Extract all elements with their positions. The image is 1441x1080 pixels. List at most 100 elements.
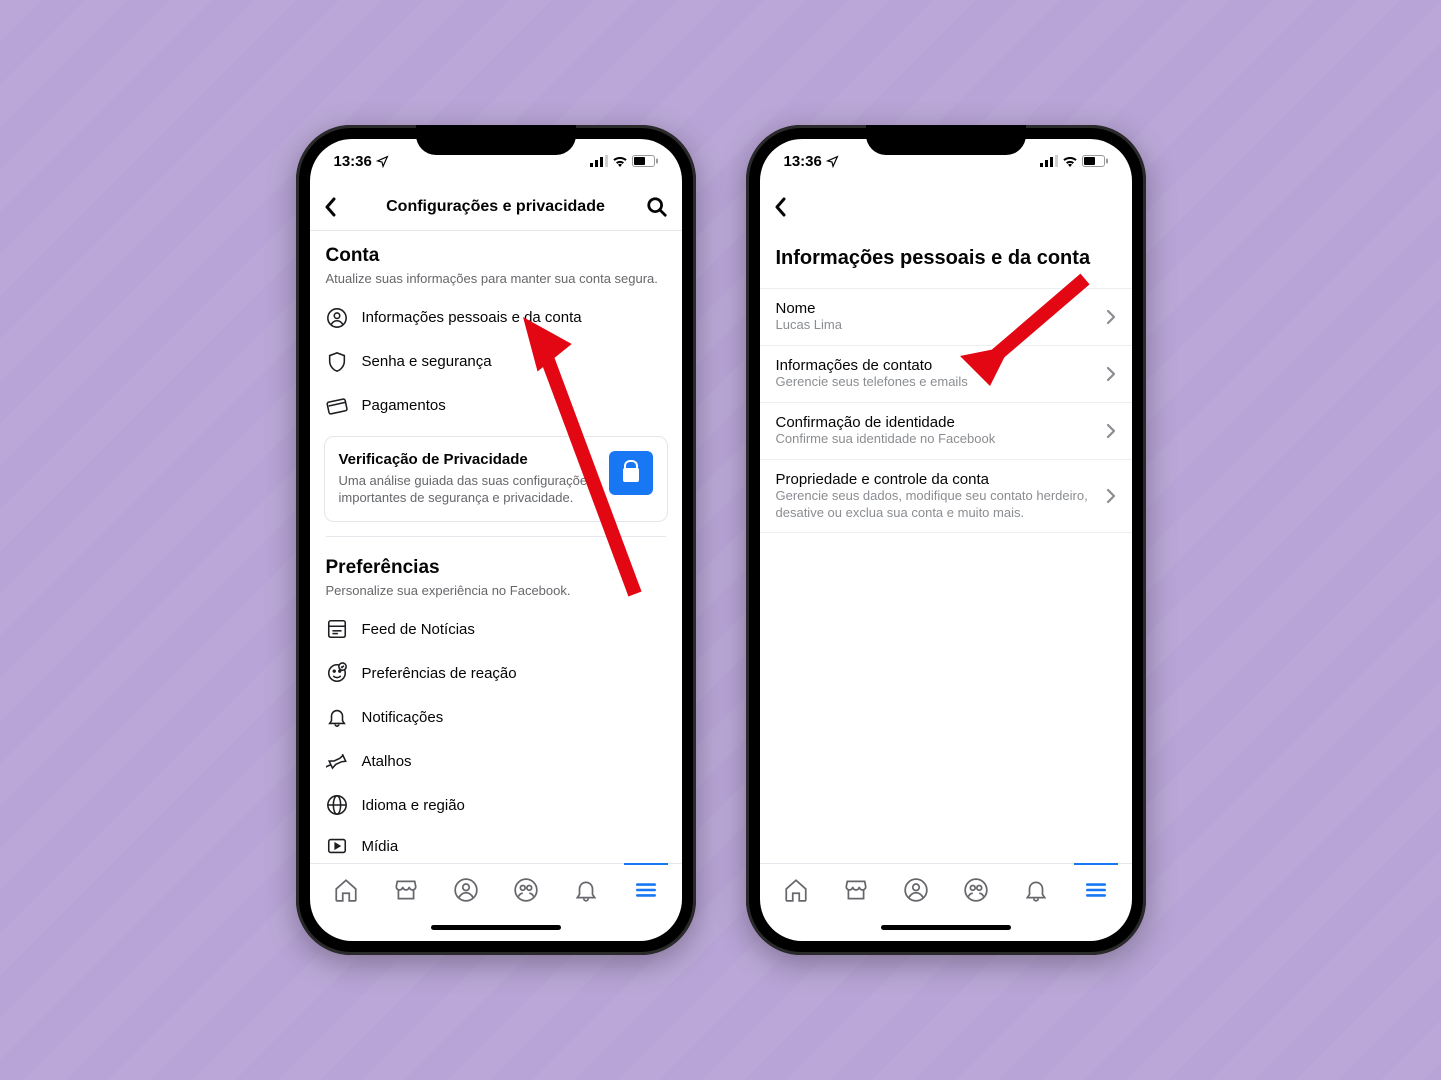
status-time-group: 13:36 <box>784 153 839 170</box>
menu-feed[interactable]: Feed de Notícias <box>310 607 682 651</box>
menu-payments[interactable]: Pagamentos <box>310 384 682 428</box>
menu-notifications-label: Notificações <box>362 709 444 726</box>
menu-payments-label: Pagamentos <box>362 397 446 414</box>
feed-icon <box>326 618 348 640</box>
status-indicators <box>1040 155 1108 167</box>
tab-marketplace[interactable] <box>826 864 886 915</box>
tab-menu[interactable] <box>1066 864 1126 915</box>
bottom-tab-bar <box>310 863 682 915</box>
status-time-group: 13:36 <box>334 153 389 170</box>
battery-icon <box>1082 155 1108 167</box>
menu-media-label: Mídia <box>362 838 399 855</box>
globe-icon <box>326 794 348 816</box>
back-button[interactable] <box>774 197 802 217</box>
tab-notifications[interactable] <box>1006 864 1066 915</box>
row-name[interactable]: Nome Lucas Lima <box>760 288 1132 345</box>
section-pref-sub: Personalize sua experiência no Facebook. <box>326 582 666 600</box>
nav-header: Configurações e privacidade <box>310 183 682 231</box>
tab-menu[interactable] <box>616 864 676 915</box>
nav-header <box>760 183 1132 231</box>
row-ownership-sub: Gerencie seus dados, modifique seu conta… <box>776 488 1096 522</box>
row-identity[interactable]: Confirmação de identidade Confirme sua i… <box>760 402 1132 459</box>
back-button[interactable] <box>324 197 352 217</box>
row-contact-label: Informações de contato <box>776 357 1096 374</box>
cellular-icon <box>590 155 608 167</box>
menu-security-label: Senha e segurança <box>362 353 492 370</box>
phone-notch <box>866 125 1026 155</box>
chevron-left-icon <box>324 197 338 217</box>
menu-personal-info-label: Informações pessoais e da conta <box>362 309 582 326</box>
search-button[interactable] <box>640 196 668 218</box>
groups-icon <box>963 877 989 903</box>
privacy-card-title: Verificação de Privacidade <box>339 451 597 468</box>
tab-profile[interactable] <box>886 864 946 915</box>
section-pref-header: Preferências Personalize sua experiência… <box>310 543 682 608</box>
search-icon <box>646 196 668 218</box>
battery-icon <box>632 155 658 167</box>
menu-shortcuts-label: Atalhos <box>362 753 412 770</box>
section-conta-header: Conta Atualize suas informações para man… <box>310 231 682 296</box>
account-info-content: Informações pessoais e da conta Nome Luc… <box>760 231 1132 863</box>
menu-personal-info[interactable]: Informações pessoais e da conta <box>310 296 682 340</box>
row-name-sub: Lucas Lima <box>776 317 1096 334</box>
menu-notifications[interactable]: Notificações <box>310 695 682 739</box>
bell-outline-icon <box>1023 877 1049 903</box>
menu-reactions-label: Preferências de reação <box>362 665 517 682</box>
chevron-right-icon <box>1106 488 1116 504</box>
tab-groups[interactable] <box>496 864 556 915</box>
status-time: 13:36 <box>784 153 822 170</box>
tab-profile[interactable] <box>436 864 496 915</box>
location-icon <box>826 155 839 168</box>
privacy-card-text: Verificação de Privacidade Uma análise g… <box>339 451 597 507</box>
shield-icon <box>326 351 348 373</box>
phone-screen-right: 13:36 Informações pessoais e da conta No… <box>760 139 1132 941</box>
wifi-icon <box>612 155 628 167</box>
menu-shortcuts[interactable]: Atalhos <box>310 739 682 783</box>
home-indicator[interactable] <box>760 915 1132 941</box>
row-identity-label: Confirmação de identidade <box>776 414 1096 431</box>
nav-title: Configurações e privacidade <box>362 198 630 216</box>
menu-reactions[interactable]: Preferências de reação <box>310 651 682 695</box>
groups-icon <box>513 877 539 903</box>
chevron-right-icon <box>1106 423 1116 439</box>
phone-left: 13:36 Configurações e privacidade Conta <box>296 125 696 955</box>
bell-icon <box>326 706 348 728</box>
phone-right: 13:36 Informações pessoais e da conta No… <box>746 125 1146 955</box>
row-ownership[interactable]: Propriedade e controle da conta Gerencie… <box>760 459 1132 534</box>
home-icon <box>783 877 809 903</box>
phone-notch <box>416 125 576 155</box>
user-circle-icon <box>326 307 348 329</box>
tab-home[interactable] <box>766 864 826 915</box>
section-conta-title: Conta <box>326 245 666 267</box>
chevron-right-icon <box>1106 366 1116 382</box>
privacy-check-card[interactable]: Verificação de Privacidade Uma análise g… <box>324 436 668 522</box>
tab-home[interactable] <box>316 864 376 915</box>
hamburger-icon <box>633 877 659 903</box>
home-icon <box>333 877 359 903</box>
phone-screen-left: 13:36 Configurações e privacidade Conta <box>310 139 682 941</box>
home-indicator[interactable] <box>310 915 682 941</box>
status-indicators <box>590 155 658 167</box>
marketplace-icon <box>393 877 419 903</box>
menu-media[interactable]: Mídia <box>310 827 682 857</box>
card-icon <box>326 395 348 417</box>
row-contact-sub: Gerencie seus telefones e emails <box>776 374 1096 391</box>
bottom-tab-bar <box>760 863 1132 915</box>
status-time: 13:36 <box>334 153 372 170</box>
row-contact-info[interactable]: Informações de contato Gerencie seus tel… <box>760 345 1132 402</box>
page-title: Informações pessoais e da conta <box>760 231 1132 288</box>
menu-language[interactable]: Idioma e região <box>310 783 682 827</box>
lock-icon <box>609 451 653 495</box>
tab-groups[interactable] <box>946 864 1006 915</box>
hamburger-icon <box>1083 877 1109 903</box>
bell-outline-icon <box>573 877 599 903</box>
section-pref-title: Preferências <box>326 557 666 579</box>
privacy-card-sub: Uma análise guiada das suas configuraçõe… <box>339 472 597 507</box>
tab-notifications[interactable] <box>556 864 616 915</box>
tab-marketplace[interactable] <box>376 864 436 915</box>
settings-content: Conta Atualize suas informações para man… <box>310 231 682 863</box>
profile-icon <box>903 877 929 903</box>
location-icon <box>376 155 389 168</box>
menu-security[interactable]: Senha e segurança <box>310 340 682 384</box>
chevron-left-icon <box>774 197 788 217</box>
